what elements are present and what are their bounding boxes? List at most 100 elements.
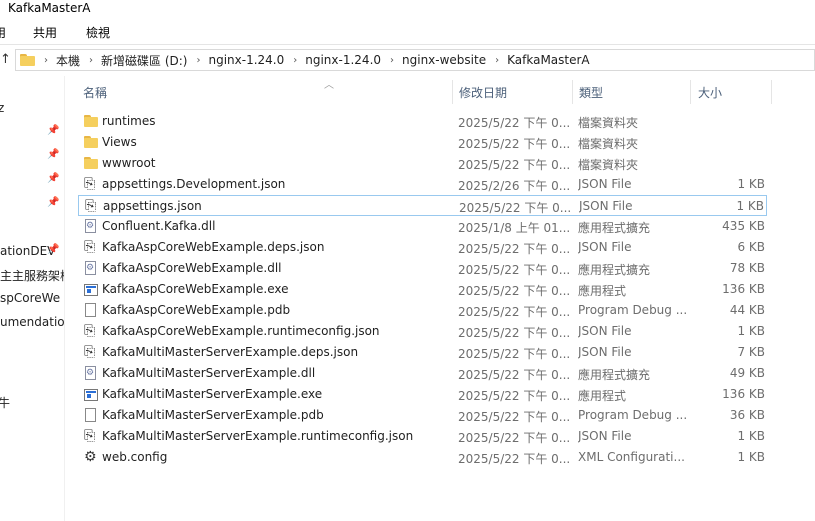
- file-name: KafkaAspCoreWebExample.deps.json: [102, 240, 325, 254]
- file-name: KafkaMultiMasterServerExample.exe: [102, 387, 323, 401]
- pdb-file-icon: [85, 303, 96, 317]
- nav-item[interactable]: spCoreWe: [0, 288, 64, 310]
- file-size: 78 KB: [729, 261, 765, 275]
- file-size: 44 KB: [729, 303, 765, 317]
- file-row[interactable]: ⚙ web.config 2025/5/22 下午 0... XML Configur…: [78, 447, 767, 468]
- chevron-right-icon[interactable]: ›: [495, 55, 499, 66]
- up-arrow-icon[interactable]: ↑: [0, 52, 11, 67]
- file-date-modified: 2025/5/22 下午 0...: [458, 410, 571, 424]
- column-divider[interactable]: [452, 80, 453, 104]
- file-name: KafkaMultiMasterServerExample.pdb: [102, 408, 324, 422]
- file-date-modified: 2025/2/26 下午 0...: [458, 179, 571, 193]
- file-date-modified: 2025/5/22 下午 0...: [458, 242, 571, 256]
- file-row[interactable]: ⎘ KafkaMultiMasterServerExample.runtimeco…: [78, 426, 767, 447]
- file-row[interactable]: ⎘ KafkaAspCoreWebExample.deps.json 2025/5/…: [78, 237, 767, 258]
- file-type: JSON File: [578, 240, 632, 254]
- file-row[interactable]: KafkaMultiMasterServerExample.exe 2025/5/…: [78, 384, 767, 405]
- column-date[interactable]: 修改日期: [459, 84, 507, 101]
- breadcrumb-current-folder[interactable]: KafkaMasterA: [507, 53, 590, 67]
- file-date-modified: 2025/5/22 下午 0...: [459, 201, 572, 215]
- address-box[interactable]: › 本機 › 新增磁碟區 (D:) › nginx-1.24.0 › nginx…: [15, 49, 815, 71]
- column-name[interactable]: 名稱: [83, 84, 107, 101]
- window-title: KafkaMasterA: [8, 1, 91, 15]
- column-divider[interactable]: [690, 80, 691, 104]
- file-type: 應用程式擴充: [578, 221, 651, 235]
- sort-ascending-icon: ︿: [324, 80, 334, 91]
- file-date-modified: 2025/5/22 下午 0...: [458, 116, 571, 130]
- file-row[interactable]: Confluent.Kafka.dll 2025/1/8 上午 01... 應用程式…: [78, 216, 767, 237]
- folder-icon: [84, 114, 98, 129]
- file-type: Program Debug ...: [578, 303, 686, 317]
- breadcrumb-drive[interactable]: 新增磁碟區 (D:): [101, 52, 187, 69]
- file-name: KafkaAspCoreWebExample.runtimeconfig.jso…: [102, 324, 380, 338]
- file-size: 136 KB: [722, 282, 765, 296]
- tab-view[interactable]: 檢視: [86, 24, 110, 41]
- column-divider[interactable]: [771, 80, 772, 104]
- chevron-right-icon[interactable]: ›: [89, 55, 93, 66]
- file-type: JSON File: [578, 177, 632, 191]
- breadcrumb-this-pc[interactable]: 本機: [56, 52, 80, 69]
- breadcrumb-nginx-outer[interactable]: nginx-1.24.0: [208, 53, 284, 67]
- file-date-modified: 2025/5/22 下午 0...: [458, 284, 571, 298]
- chevron-right-icon[interactable]: ›: [293, 55, 297, 66]
- nav-item[interactable]: 📌: [0, 170, 64, 192]
- file-date-modified: 2025/5/22 下午 0...: [458, 347, 571, 361]
- tab-home[interactable]: 用: [0, 24, 6, 41]
- file-date-modified: 2025/5/22 下午 0...: [458, 263, 571, 277]
- file-row[interactable]: KafkaAspCoreWebExample.dll 2025/5/22 下午 0…: [78, 258, 767, 279]
- file-type: 檔案資料夾: [578, 158, 639, 172]
- file-date-modified: 2025/5/22 下午 0...: [458, 452, 571, 466]
- column-size[interactable]: 大小: [698, 84, 722, 101]
- file-name: KafkaAspCoreWebExample.dll: [102, 261, 282, 275]
- file-type: 應用程式擴充: [578, 263, 651, 277]
- tab-share[interactable]: 共用: [33, 24, 57, 41]
- file-date-modified: 2025/5/22 下午 0...: [458, 431, 571, 445]
- nav-item[interactable]: 主主服務架構: [0, 264, 64, 286]
- chevron-right-icon[interactable]: ›: [390, 55, 394, 66]
- nav-item[interactable]: 📌: [0, 122, 64, 144]
- nav-item[interactable]: 📌: [0, 194, 64, 216]
- file-date-modified: 2025/5/22 下午 0...: [458, 158, 571, 172]
- pin-icon: 📌: [47, 197, 60, 208]
- file-type: 檔案資料夾: [578, 116, 639, 130]
- file-row[interactable]: Views 2025/5/22 下午 0... 檔案資料夾: [78, 132, 767, 153]
- dll-file-icon: [85, 219, 96, 233]
- file-row[interactable]: ⎘ appsettings.Development.json 2025/2/26 下…: [78, 174, 767, 195]
- file-name: KafkaAspCoreWebExample.pdb: [102, 303, 291, 317]
- nav-item[interactable]: 📌: [0, 146, 64, 168]
- json-file-icon: ⎘: [84, 344, 96, 360]
- file-row[interactable]: wwwroot 2025/5/22 下午 0... 檔案資料夾: [78, 153, 767, 174]
- nav-item[interactable]: z: [0, 98, 64, 120]
- file-row[interactable]: ⎘ KafkaMultiMasterServerExample.deps.json…: [78, 342, 767, 363]
- column-type[interactable]: 類型: [579, 84, 603, 101]
- file-row[interactable]: runtimes 2025/5/22 下午 0... 檔案資料夾: [78, 111, 767, 132]
- file-size: 6 KB: [737, 240, 765, 254]
- file-name: runtimes: [102, 114, 156, 128]
- file-size: 1 KB: [737, 177, 765, 191]
- file-row[interactable]: KafkaAspCoreWebExample.pdb 2025/5/22 下午 0…: [78, 300, 767, 321]
- file-type: Program Debug ...: [578, 408, 686, 422]
- chevron-right-icon[interactable]: ›: [44, 55, 48, 66]
- file-size: 435 KB: [722, 219, 765, 233]
- file-row[interactable]: KafkaMultiMasterServerExample.pdb 2025/5/…: [78, 405, 767, 426]
- file-name: KafkaAspCoreWebExample.exe: [102, 282, 289, 296]
- file-name: Confluent.Kafka.dll: [102, 219, 216, 233]
- file-row[interactable]: ⎘ KafkaAspCoreWebExample.runtimeconfig.js…: [78, 321, 767, 342]
- json-file-icon: ⎘: [84, 239, 96, 255]
- nav-item[interactable]: umendatio: [0, 312, 64, 334]
- breadcrumb-nginx-website[interactable]: nginx-website: [402, 53, 486, 67]
- file-row[interactable]: KafkaAspCoreWebExample.exe 2025/5/22 下午 0…: [78, 279, 767, 300]
- column-divider[interactable]: [572, 80, 573, 104]
- ribbon-tabs: 用 共用 檢視: [0, 18, 815, 45]
- file-row[interactable]: ⎘ appsettings.json 2025/5/22 下午 0... JSON F…: [78, 195, 767, 216]
- file-row[interactable]: KafkaMultiMasterServerExample.dll 2025/5/…: [78, 363, 767, 384]
- nav-item[interactable]: ationDEV 📌: [0, 241, 64, 263]
- file-date-modified: 2025/1/8 上午 01...: [458, 221, 571, 235]
- file-size: 1 KB: [737, 324, 765, 338]
- breadcrumb-nginx-inner[interactable]: nginx-1.24.0: [305, 53, 381, 67]
- title-bar: KafkaMasterA: [0, 0, 815, 18]
- nav-item[interactable]: 牛: [0, 391, 64, 413]
- chevron-right-icon[interactable]: ›: [196, 55, 200, 66]
- file-type: JSON File: [578, 429, 632, 443]
- file-name: appsettings.json: [103, 199, 202, 213]
